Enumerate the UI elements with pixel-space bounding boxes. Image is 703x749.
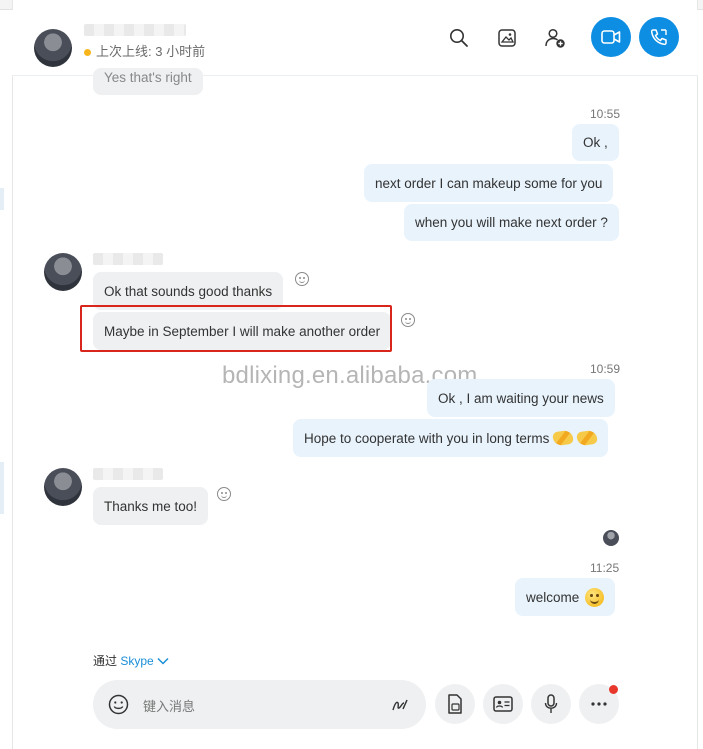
contact-avatar[interactable] — [44, 253, 82, 291]
video-call-icon[interactable] — [591, 17, 631, 57]
message-outgoing[interactable]: welcome — [515, 578, 616, 616]
message-outgoing[interactable]: Ok , I am waiting your news — [427, 379, 615, 417]
contact-avatar[interactable] — [44, 468, 82, 506]
contact-avatar[interactable] — [34, 29, 72, 67]
handshake-emoji-icon — [576, 429, 599, 447]
message-outgoing[interactable]: when you will make next order ? — [404, 204, 619, 241]
smile-emoji-icon — [585, 587, 605, 607]
contact-status: 上次上线: 3 小时前 — [84, 41, 205, 60]
message-outgoing[interactable]: next order I can makeup some for you — [364, 164, 614, 202]
emoji-picker-icon[interactable] — [108, 694, 129, 715]
message-input[interactable]: 键入消息 — [143, 696, 195, 715]
add-reaction-icon[interactable] — [295, 272, 309, 286]
search-icon[interactable] — [447, 26, 471, 50]
format-pen-icon[interactable] — [391, 697, 409, 713]
contact-name-redacted — [84, 24, 186, 36]
highlight-box — [80, 305, 392, 352]
message-outgoing[interactable]: Ok , — [572, 124, 619, 161]
read-receipt-avatar — [603, 530, 619, 546]
timestamp: 11:25 — [590, 561, 620, 575]
notification-dot — [609, 685, 618, 694]
add-reaction-icon[interactable] — [217, 487, 231, 501]
message-composer[interactable]: 键入消息 — [93, 680, 426, 729]
image-gallery-icon[interactable] — [495, 26, 519, 50]
contact-name-redacted — [93, 253, 163, 265]
left-edge-mark — [0, 462, 4, 514]
left-edge-mark — [0, 188, 4, 210]
contact-name-redacted — [93, 468, 163, 480]
handshake-emoji-icon — [552, 429, 575, 447]
message-incoming[interactable]: Thanks me too! — [93, 487, 209, 525]
timestamp: 10:55 — [590, 107, 621, 121]
via-skype-label[interactable]: 通过 Skype — [93, 652, 169, 669]
chevron-down-icon[interactable] — [157, 657, 169, 665]
message-outgoing[interactable]: Hope to cooperate with you in long terms — [293, 419, 609, 457]
microphone-icon[interactable] — [531, 684, 571, 724]
message-incoming-partial[interactable]: Yes that's right — [93, 68, 203, 95]
away-status-dot — [84, 49, 91, 57]
timestamp: 10:59 — [590, 362, 621, 376]
add-reaction-icon[interactable] — [401, 313, 415, 327]
audio-call-icon[interactable] — [639, 17, 679, 57]
add-person-icon[interactable] — [543, 26, 567, 50]
contact-card-icon[interactable] — [483, 684, 523, 724]
send-file-icon[interactable] — [435, 684, 475, 724]
